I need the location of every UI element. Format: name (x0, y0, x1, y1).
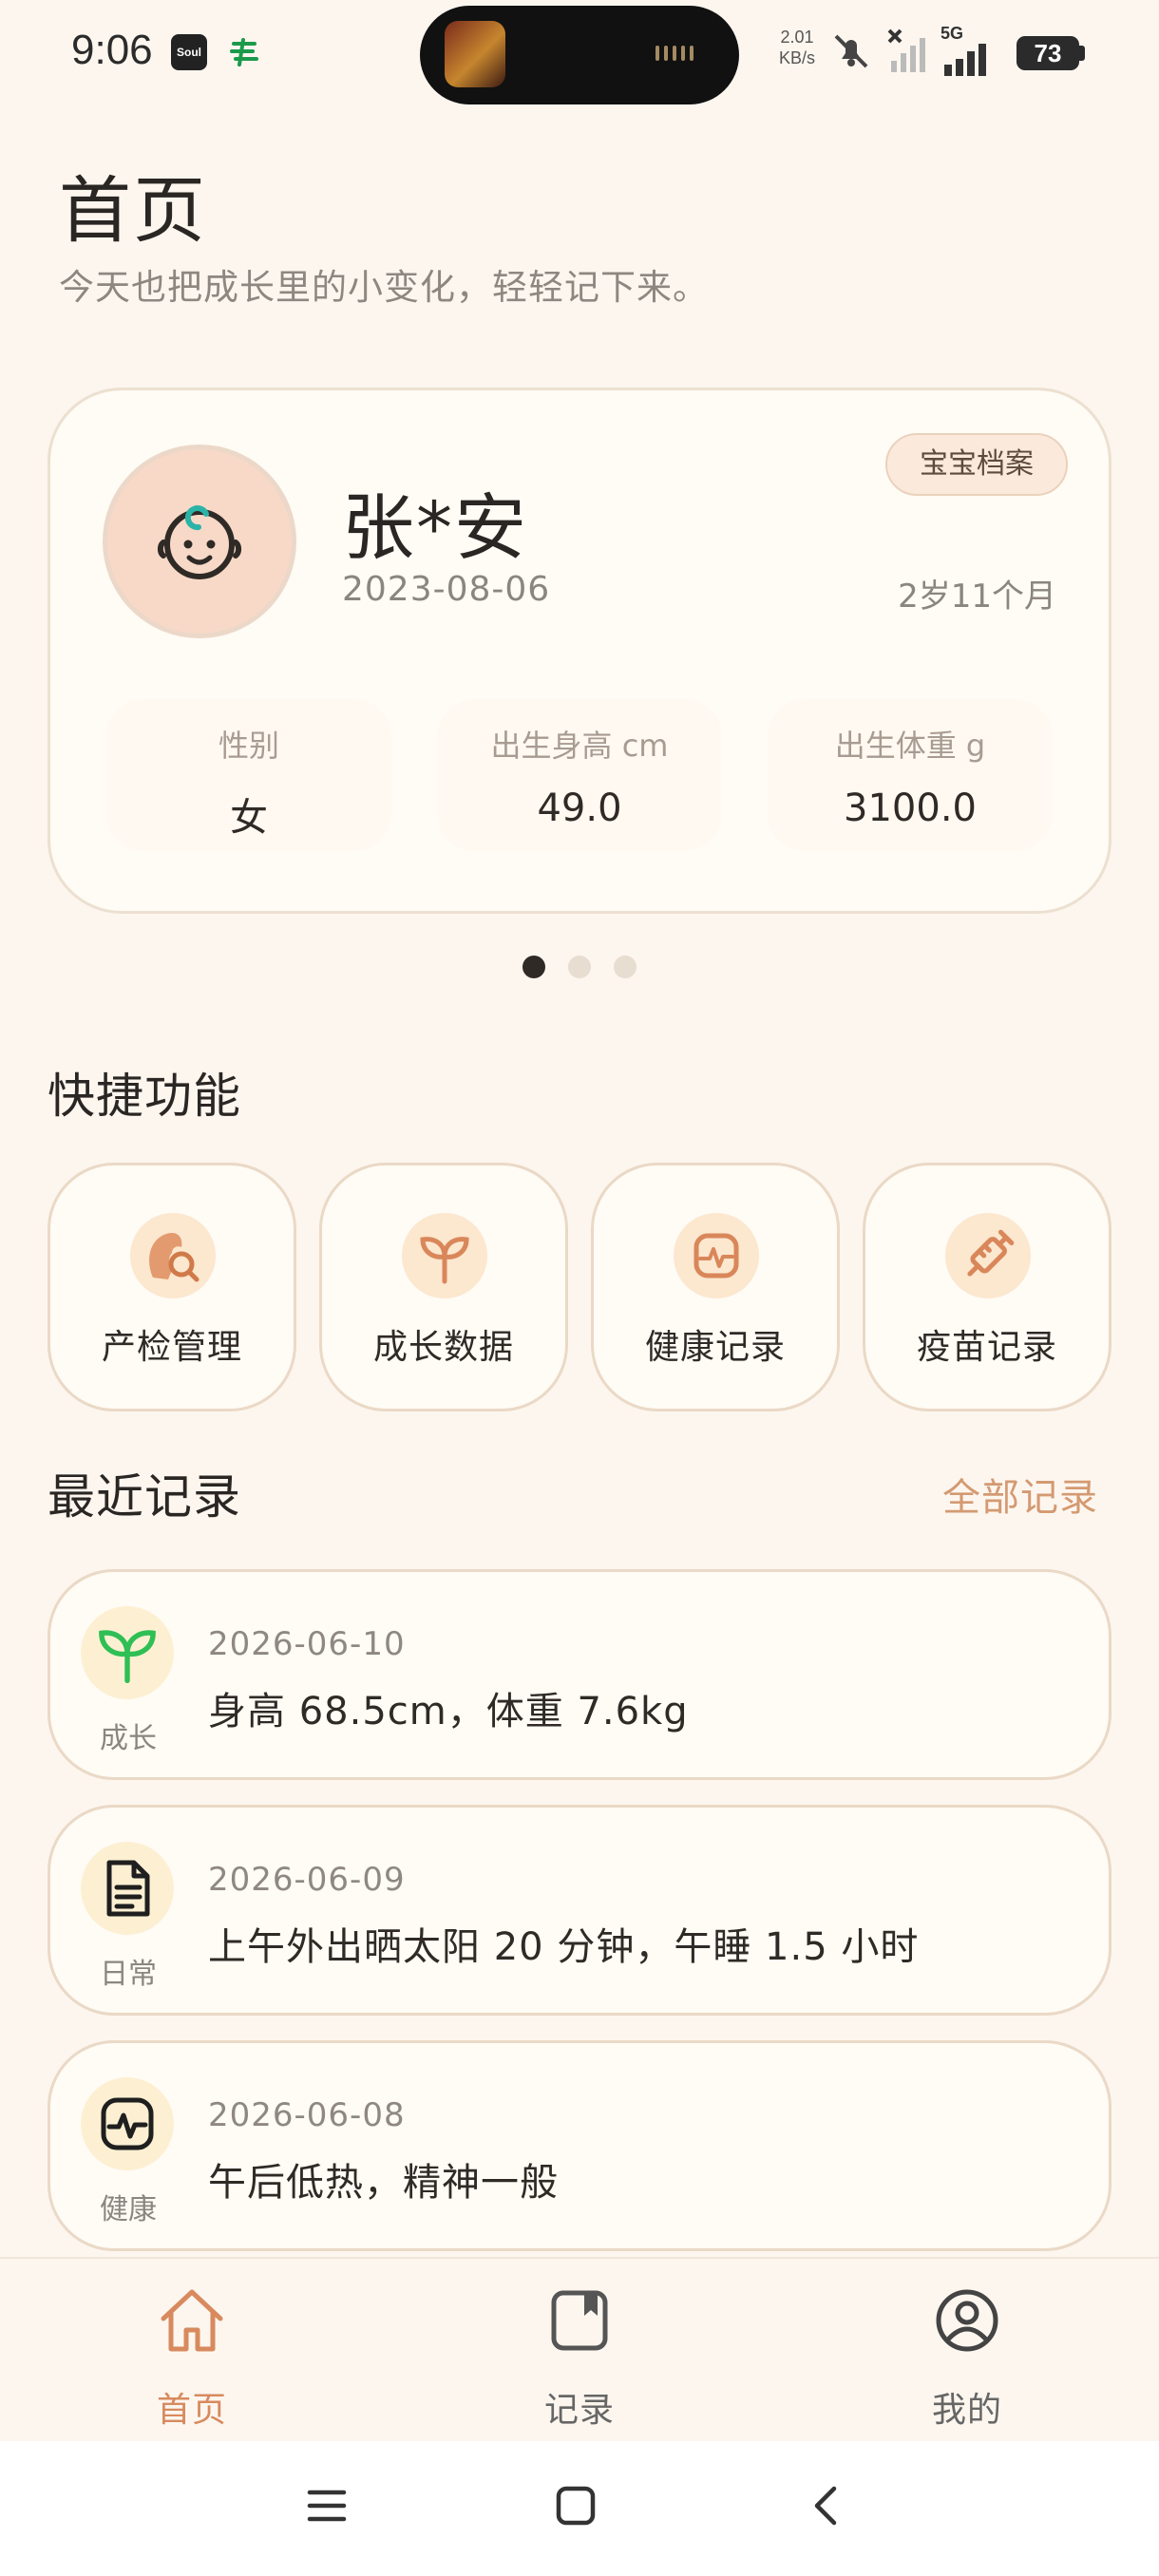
nav-home[interactable]: 首页 (87, 2278, 296, 2432)
stat-value: 女 (230, 796, 268, 840)
record-text: 午后低热，精神一般 (208, 2161, 559, 2205)
profile-badge[interactable]: 宝宝档案 (885, 433, 1068, 496)
home-icon (87, 2278, 296, 2363)
back-icon[interactable] (804, 2483, 849, 2532)
record-type: 成长 (100, 1722, 157, 1755)
record-text: 上午外出晒太阳 20 分钟，午睡 1.5 小时 (208, 1925, 920, 1969)
record-text: 身高 68.5cm，体重 7.6kg (208, 1690, 689, 1733)
record-date: 2026-06-08 (208, 2096, 406, 2134)
stat-value: 49.0 (537, 786, 622, 830)
mute-icon (828, 28, 874, 78)
nav-profile[interactable]: 我的 (863, 2278, 1072, 2432)
quick-health-record[interactable]: 健康记录 (591, 1163, 840, 1411)
baby-face-icon (157, 505, 242, 579)
sprout-icon (402, 1213, 487, 1298)
record-card[interactable]: 成长 2026-06-10 身高 68.5cm，体重 7.6kg (48, 1569, 1112, 1780)
signal-icon: 5G (940, 25, 994, 80)
record-card[interactable]: 日常 2026-06-09 上午外出晒太阳 20 分钟，午睡 1.5 小时 (48, 1805, 1112, 2016)
stat-birth-height: 出生身高 cm 49.0 (437, 699, 722, 851)
carousel-dot[interactable] (568, 956, 591, 978)
baby-name: 张*安 (342, 485, 528, 570)
record-book-icon (475, 2278, 684, 2363)
stat-label: 出生身高 cm (490, 728, 669, 764)
recent-section-title: 最近记录 (48, 1469, 241, 1525)
carousel-dot-active[interactable] (522, 956, 545, 978)
nav-records[interactable]: 记录 (475, 2278, 684, 2432)
quick-label: 成长数据 (372, 1328, 514, 1367)
battery-tip (1079, 46, 1085, 61)
syringe-icon (945, 1213, 1031, 1298)
quick-section-title: 快捷功能 (48, 1069, 241, 1124)
pulse-icon (674, 1213, 759, 1298)
all-records-link[interactable]: 全部记录 (942, 1467, 1098, 1522)
quick-vaccine-record[interactable]: 疫苗记录 (863, 1163, 1112, 1411)
baby-age: 2岁11个月 (898, 578, 1056, 616)
nav-label: 我的 (931, 2391, 1002, 2430)
record-date: 2026-06-10 (208, 1625, 406, 1663)
record-card[interactable]: 健康 2026-06-08 午后低热，精神一般 (48, 2040, 1112, 2251)
net-speed: 2.01 KB/s (779, 27, 815, 68)
stat-label: 出生体重 g (834, 728, 986, 764)
home-button-icon[interactable] (553, 2483, 598, 2532)
quick-label: 疫苗记录 (916, 1328, 1057, 1367)
baby-birth-date: 2023-08-06 (342, 570, 551, 609)
stat-gender: 性别 女 (106, 699, 391, 851)
network-type: 5G (940, 24, 964, 43)
quick-growth-data[interactable]: 成长数据 (319, 1163, 568, 1411)
stat-birth-weight: 出生体重 g 3100.0 (768, 699, 1053, 851)
quick-prenatal-check[interactable]: 产检管理 (48, 1163, 296, 1411)
net-speed-unit: KB/s (779, 48, 816, 67)
battery-icon: 73 (1016, 36, 1079, 70)
profile-icon (863, 2278, 1072, 2363)
status-time: 9:06 (71, 27, 153, 73)
menu-icon[interactable] (304, 2483, 350, 2532)
record-type: 健康 (100, 2193, 157, 2226)
page-subtitle: 今天也把成长里的小变化，轻轻记下来。 (59, 267, 709, 308)
carousel-dot[interactable] (614, 956, 636, 978)
avatar[interactable] (103, 445, 296, 638)
sprout-icon (81, 1606, 174, 1699)
wifi-off-icon (885, 27, 927, 78)
soul-app-icon: Soul (171, 34, 207, 70)
net-speed-value: 2.01 (780, 28, 814, 47)
prenatal-check-icon (130, 1213, 216, 1298)
postal-app-icon (226, 34, 262, 70)
document-icon (81, 1842, 174, 1935)
quick-label: 健康记录 (644, 1328, 786, 1367)
pulse-icon (81, 2077, 174, 2170)
stat-value: 3100.0 (844, 786, 977, 830)
audio-bars-icon (656, 46, 694, 61)
media-thumbnail[interactable] (445, 21, 505, 87)
quick-label: 产检管理 (101, 1328, 242, 1367)
nav-label: 记录 (543, 2391, 615, 2430)
record-type: 日常 (100, 1958, 157, 1991)
stat-label: 性别 (218, 728, 279, 764)
page-title: 首页 (59, 168, 207, 253)
record-date: 2026-06-09 (208, 1861, 406, 1899)
nav-label: 首页 (156, 2391, 227, 2430)
